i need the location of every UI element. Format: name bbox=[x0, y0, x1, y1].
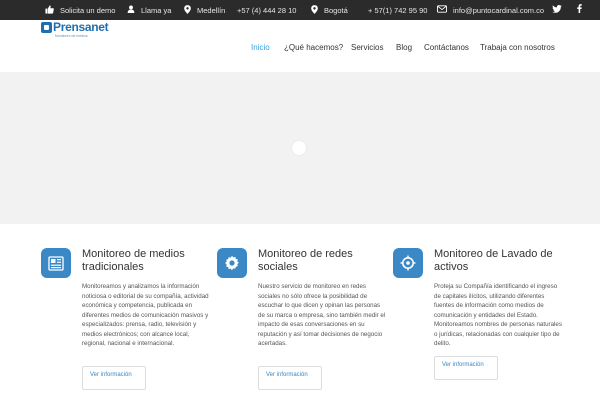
map-pin-icon bbox=[184, 4, 191, 16]
medellin-phone-label: +57 (4) 444 28 10 bbox=[237, 5, 297, 15]
nav-item-servicios[interactable]: Servicios bbox=[351, 40, 383, 54]
logo-tagline: Monitoreo de medios bbox=[55, 34, 88, 38]
call-now-link[interactable]: Llama ya bbox=[127, 0, 171, 20]
ver-informacion-button[interactable]: Ver información bbox=[82, 366, 146, 390]
bogota-phone-label: + 57(1) 742 95 90 bbox=[368, 5, 428, 15]
nav-item-contactanos[interactable]: Contáctanos bbox=[424, 40, 469, 54]
gear-icon bbox=[217, 248, 247, 278]
service-description: Proteja su Compañía identificando el ing… bbox=[434, 283, 562, 347]
ver-informacion-button[interactable]: Ver información bbox=[434, 356, 498, 380]
hero-slider bbox=[0, 72, 600, 224]
site-header: Prensanet Monitoreo de medios Inicio ¿Qu… bbox=[0, 20, 600, 72]
twitter-icon bbox=[552, 4, 562, 16]
service-card-medios-tradicionales: Monitoreo de medios tradicionales Monito… bbox=[41, 246, 211, 400]
request-demo-label: Solicita un demo bbox=[60, 5, 116, 15]
service-description: Monitoreamos y analizamos la información… bbox=[82, 283, 209, 347]
request-demo-link[interactable]: Solicita un demo bbox=[45, 0, 115, 20]
facebook-link[interactable] bbox=[577, 0, 582, 20]
site-logo[interactable]: Prensanet Monitoreo de medios bbox=[41, 20, 109, 45]
medellin-phone-link[interactable]: +57 (4) 444 28 10 bbox=[237, 0, 296, 20]
logo-mark-icon bbox=[41, 22, 52, 33]
medellin-label: Medellín bbox=[197, 5, 226, 15]
service-title: Monitoreo de Lavado de activos bbox=[434, 248, 553, 273]
nav-item-que-hacemos[interactable]: ¿Qué hacemos? bbox=[284, 40, 343, 54]
nav-item-trabaja-con-nosotros[interactable]: Trabaja con nosotros bbox=[480, 40, 555, 54]
envelope-icon bbox=[437, 5, 447, 15]
loading-spinner bbox=[292, 141, 306, 155]
newspaper-icon bbox=[41, 248, 71, 278]
nav-item-inicio[interactable]: Inicio bbox=[251, 40, 270, 54]
service-title: Monitoreo de redes sociales bbox=[258, 248, 353, 273]
service-description: Nuestro servicio de monitoreo en redes s… bbox=[258, 283, 386, 347]
bogota-location: Bogotá bbox=[311, 0, 348, 20]
top-bar: Solicita un demo Llama ya Medellín +57 (… bbox=[0, 0, 600, 20]
user-icon bbox=[127, 5, 135, 15]
email-label: info@puntocardinal.com.co bbox=[453, 5, 544, 15]
facebook-icon bbox=[577, 4, 582, 16]
bogota-phone-link[interactable]: + 57(1) 742 95 90 bbox=[368, 0, 427, 20]
map-pin-icon bbox=[311, 4, 318, 16]
service-card-redes-sociales: Monitoreo de redes sociales Nuestro serv… bbox=[217, 246, 387, 400]
call-now-label: Llama ya bbox=[141, 5, 172, 15]
bogota-label: Bogotá bbox=[324, 5, 348, 15]
target-icon bbox=[393, 248, 423, 278]
service-title: Monitoreo de medios tradicionales bbox=[82, 248, 185, 273]
logo-name: Prensanet bbox=[53, 20, 109, 34]
email-link[interactable]: info@puntocardinal.com.co bbox=[437, 0, 544, 20]
medellin-location: Medellín bbox=[184, 0, 225, 20]
service-card-lavado-de-activos: Monitoreo de Lavado de activos Proteja s… bbox=[393, 246, 563, 400]
twitter-link[interactable] bbox=[552, 0, 562, 20]
nav-item-blog[interactable]: Blog bbox=[396, 40, 412, 54]
ver-informacion-button[interactable]: Ver información bbox=[258, 366, 322, 390]
thumbs-up-icon bbox=[45, 5, 54, 16]
